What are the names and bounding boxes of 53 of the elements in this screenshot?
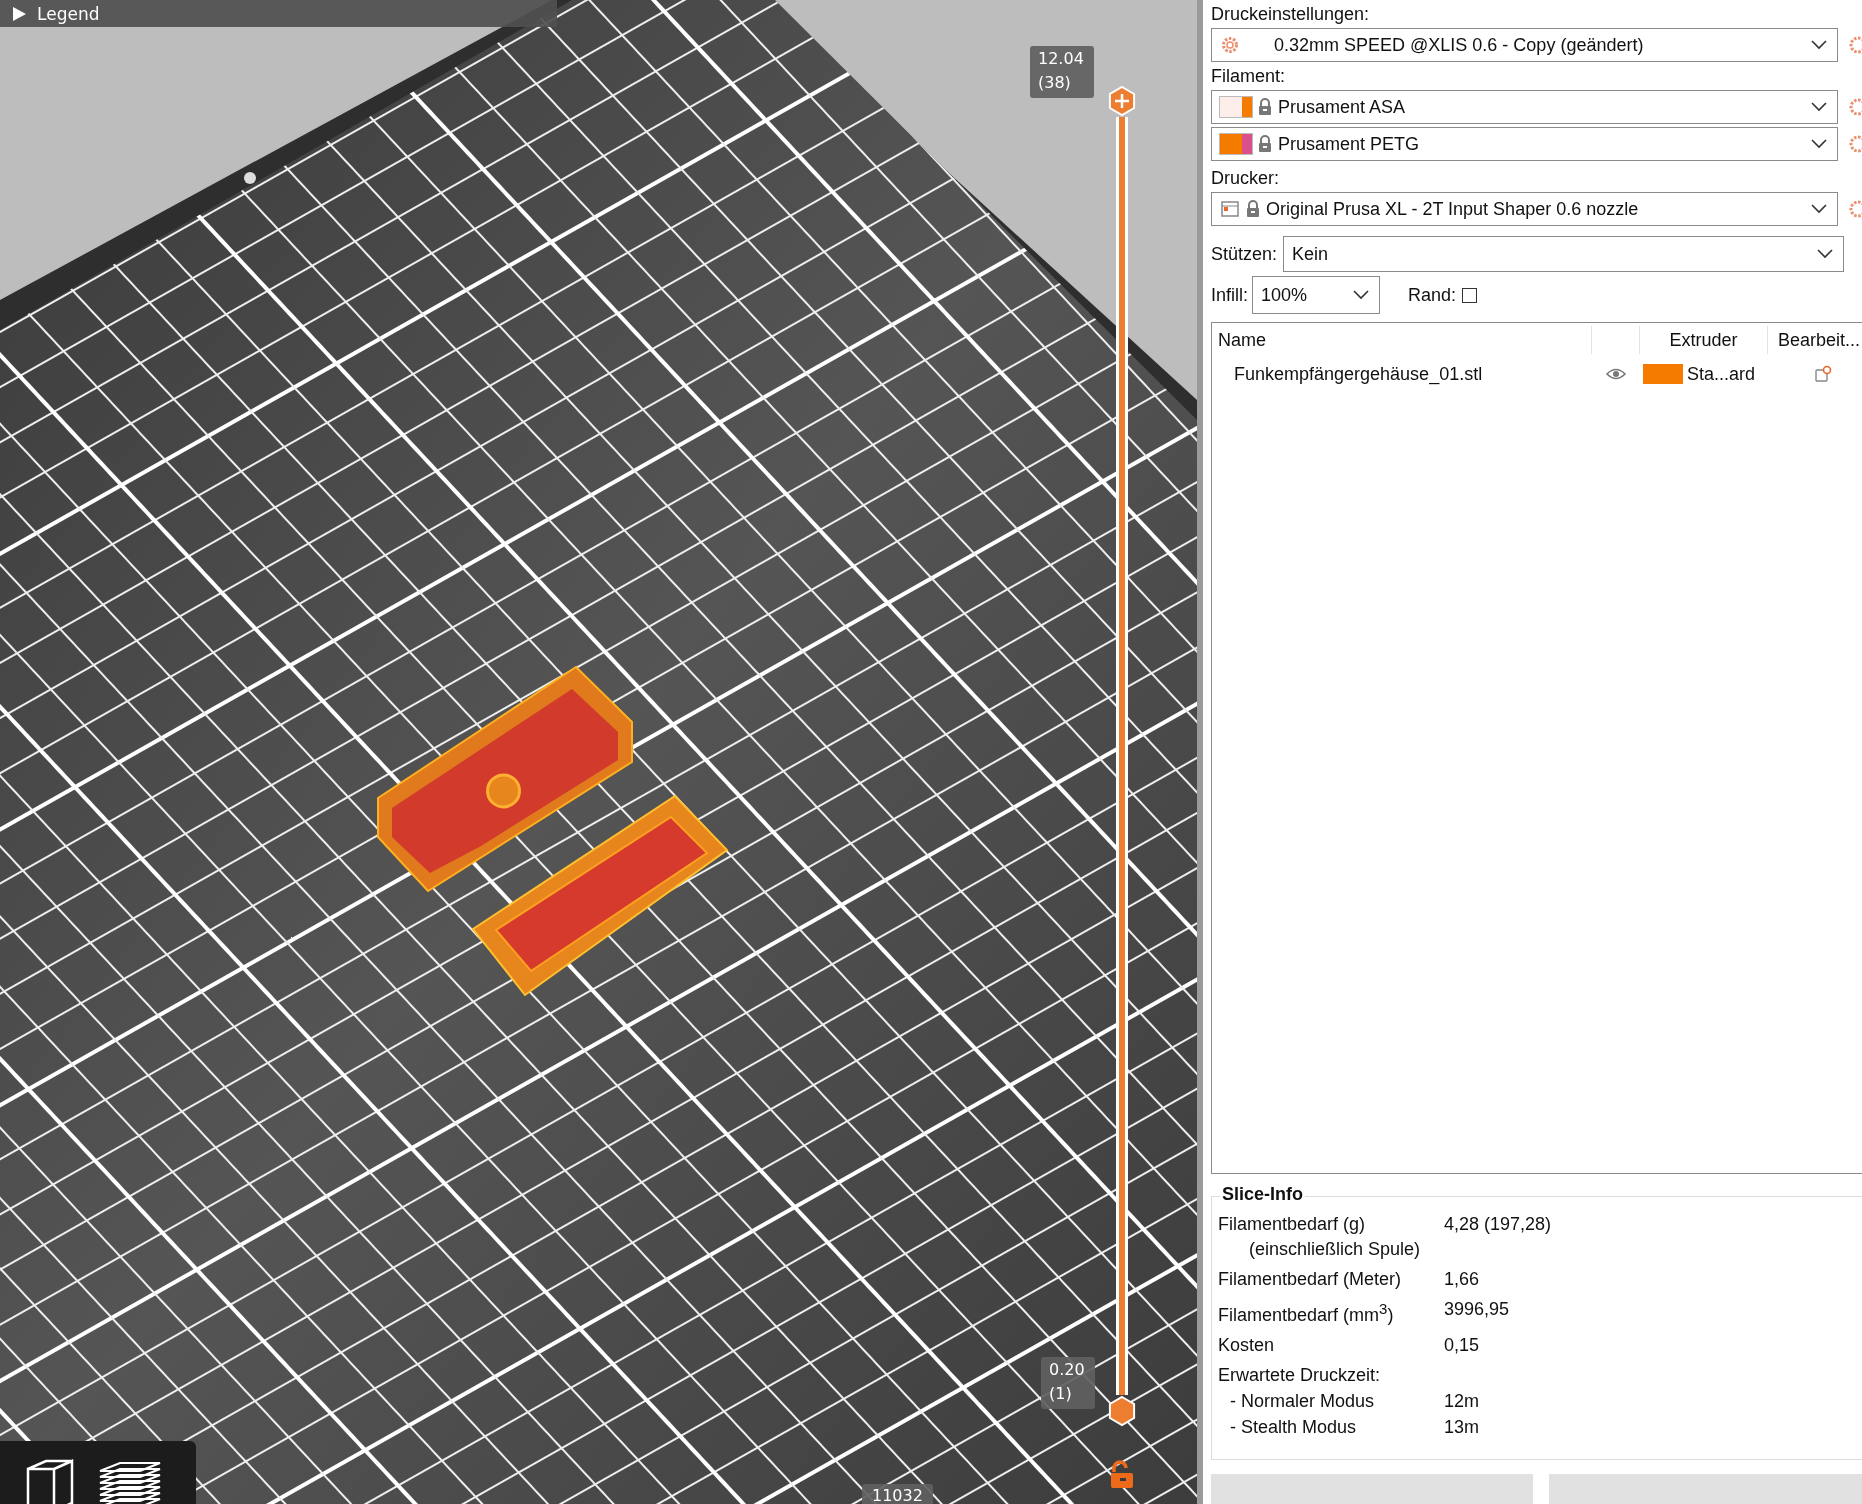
edit-settings-icon[interactable] xyxy=(1814,365,1832,383)
layer-slider-track[interactable] xyxy=(1116,117,1128,1395)
chevron-down-icon xyxy=(1353,290,1369,300)
info-label: (einschließlich Spule) xyxy=(1248,1238,1422,1261)
printer-icon xyxy=(1220,200,1240,218)
info-label: - Stealth Modus xyxy=(1229,1416,1358,1439)
info-value: 12m xyxy=(1444,1390,1479,1413)
printer-dropdown[interactable]: Original Prusa XL - 2T Input Shaper 0.6 nozzle xyxy=(1211,192,1838,226)
object-name[interactable]: Funkempfängergehäuse_01.stl xyxy=(1212,363,1592,385)
chevron-down-icon xyxy=(1811,40,1827,50)
section-label: Druckeinstellungen: xyxy=(1211,3,1371,26)
layer-height-tooltip: 0.20 (1) xyxy=(1041,1357,1095,1409)
info-label: - Normaler Modus xyxy=(1229,1390,1376,1413)
padlock-icon xyxy=(1258,135,1272,153)
column-header[interactable]: Extruder xyxy=(1640,326,1768,354)
info-label: Filamentbedarf (g) xyxy=(1218,1213,1367,1236)
section-label: Filament: xyxy=(1211,65,1287,88)
supports-dropdown[interactable]: Kein xyxy=(1283,236,1845,272)
brim-checkbox[interactable] xyxy=(1462,287,1478,303)
info-value: 3996,95 xyxy=(1444,1298,1510,1322)
info-label: Kosten xyxy=(1218,1334,1276,1357)
field-label: Rand: xyxy=(1408,284,1457,306)
chevron-down-icon xyxy=(1811,139,1827,149)
move-value-label: 11032 xyxy=(862,1484,933,1504)
column-header[interactable]: Bearbeit... xyxy=(1768,326,1862,354)
padlock-icon xyxy=(1258,98,1272,116)
infill-dropdown[interactable]: 100% xyxy=(1252,276,1380,314)
chevron-down-icon xyxy=(1811,102,1827,112)
column-header[interactable]: Name xyxy=(1212,326,1592,354)
slider-thumb[interactable] xyxy=(1107,1395,1137,1427)
info-label: Filamentbedarf (Meter) xyxy=(1218,1268,1403,1291)
padlock-icon xyxy=(1246,200,1260,218)
layer-height-tooltip: 12.04 (38) xyxy=(1030,46,1094,98)
chevron-down-icon xyxy=(1811,204,1827,214)
info-value: 13m xyxy=(1444,1416,1479,1439)
unlocked-padlock-icon[interactable] xyxy=(1109,1460,1135,1490)
eye-icon[interactable] xyxy=(1606,367,1626,381)
field-label: Stützen: xyxy=(1211,243,1278,265)
filament-dropdown[interactable]: Prusament PETG xyxy=(1211,127,1838,161)
info-label: Erwartete Druckzeit: xyxy=(1218,1364,1381,1387)
legend-header[interactable]: Legend xyxy=(0,0,557,27)
info-value: 4,28 (197,28) xyxy=(1444,1213,1552,1237)
slider-thumb[interactable] xyxy=(1107,85,1137,117)
filament-dropdown[interactable]: Prusament ASA xyxy=(1211,90,1838,124)
info-value: 0,15 xyxy=(1444,1334,1480,1357)
extruder-name[interactable]: Sta...ard xyxy=(1687,363,1756,385)
section-label: Drucker: xyxy=(1211,167,1280,190)
info-label: Filamentbedarf (mm$^{3}$) xyxy=(1218,1299,1395,1327)
field-label: Infill: xyxy=(1211,284,1248,306)
info-value: 1,66 xyxy=(1444,1268,1480,1291)
gear-icon xyxy=(1220,35,1240,55)
chevron-down-icon xyxy=(1817,249,1834,259)
print-profile-dropdown[interactable]: 0.32mm SPEED @XLIS 0.6 - Copy (geändert) xyxy=(1211,28,1838,62)
